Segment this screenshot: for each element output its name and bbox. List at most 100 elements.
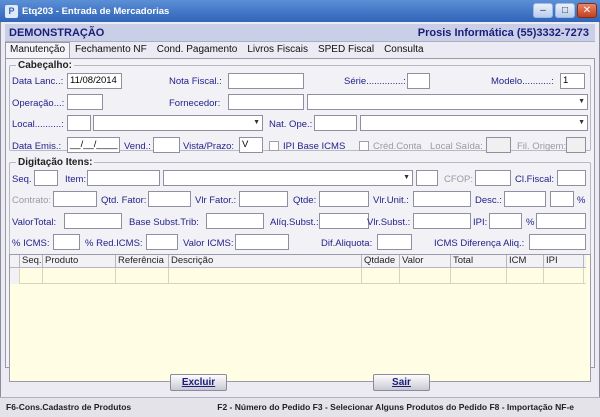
dif-aliquota-field[interactable]: [377, 234, 412, 250]
col-icm[interactable]: ICM: [507, 255, 544, 268]
table-row[interactable]: [10, 268, 586, 284]
row-indicator: [10, 268, 20, 284]
data-emis-field[interactable]: __/__/____: [67, 137, 120, 153]
cell-ipi[interactable]: [544, 268, 584, 284]
qtd-fator-label: Qtd. Fator:: [101, 195, 147, 206]
desc-value-field[interactable]: [504, 191, 546, 207]
tab-fechamento-nf[interactable]: Fechamento NF: [70, 42, 152, 57]
tab-bar: Manutenção Fechamento NF Cond. Pagamento…: [5, 42, 429, 58]
chevron-down-icon[interactable]: ▼: [403, 174, 410, 181]
valor-total-label: ValorTotal:: [12, 217, 57, 228]
contrato-field[interactable]: [53, 191, 97, 207]
desc-pct-symbol: %: [577, 195, 586, 206]
data-lanc-label: Data Lanc..:: [12, 76, 64, 87]
icms-dif-aliq-label: ICMS Diferença Aliq.:: [434, 238, 525, 249]
item-extra-field[interactable]: [416, 170, 438, 186]
col-produto[interactable]: Produto: [43, 255, 116, 268]
cell-seq[interactable]: [20, 268, 43, 284]
fil-origem-field[interactable]: [566, 137, 586, 153]
nat-ope-label: Nat. Ope.:: [269, 119, 313, 130]
cred-conta-checkbox[interactable]: [359, 141, 369, 151]
chevron-down-icon[interactable]: ▼: [578, 119, 585, 126]
vlr-subst-field[interactable]: [413, 213, 471, 229]
vlr-fator-field[interactable]: [239, 191, 288, 207]
vlr-unit-field[interactable]: [413, 191, 471, 207]
local-saida-field[interactable]: [486, 137, 511, 153]
vend-label: Vend.:: [124, 141, 151, 152]
vista-prazo-field[interactable]: V: [239, 137, 263, 153]
minimize-button[interactable]: –: [533, 3, 553, 18]
items-grid[interactable]: Seq. Produto Referência Descrição Qtdade…: [9, 254, 591, 382]
cell-icm[interactable]: [507, 268, 544, 284]
window-titlebar: P Etq203 - Entrada de Mercadorias – □ ✕: [0, 0, 600, 22]
dif-aliquota-label: Dif.Aliquota:: [321, 238, 373, 249]
cell-descricao[interactable]: [169, 268, 362, 284]
vlr-unit-label: Vlr.Unit.:: [373, 195, 409, 206]
valor-icms-label: Valor ICMS:: [183, 238, 234, 249]
maximize-button[interactable]: □: [555, 3, 575, 18]
tab-manutencao[interactable]: Manutenção: [5, 42, 71, 58]
operacao-field[interactable]: [67, 94, 103, 110]
item-label: Item:: [65, 174, 87, 185]
vend-field[interactable]: [153, 137, 180, 153]
tab-sped-fiscal[interactable]: SPED Fiscal: [313, 42, 379, 57]
excluir-button[interactable]: Excluir: [170, 374, 227, 391]
qtde-field[interactable]: [319, 191, 369, 207]
chevron-down-icon[interactable]: ▼: [253, 119, 260, 126]
aliq-subst-field[interactable]: [319, 213, 369, 229]
desc-pct-field[interactable]: [550, 191, 574, 207]
nota-fiscal-label: Nota Fiscal.:: [169, 76, 222, 87]
local-select[interactable]: ▼: [93, 115, 263, 131]
col-total[interactable]: Total: [451, 255, 507, 268]
data-lanc-field[interactable]: 11/08/2014: [67, 73, 122, 89]
icms-dif-aliq-field[interactable]: [529, 234, 586, 250]
col-qtdade[interactable]: Qtdade: [362, 255, 400, 268]
ipi-value-field[interactable]: [489, 213, 522, 229]
cl-fiscal-field[interactable]: [557, 170, 586, 186]
local-code-field[interactable]: [67, 115, 91, 131]
modelo-field[interactable]: 1: [560, 73, 585, 89]
vlr-subst-label: Vlr.Subst.:: [367, 217, 411, 228]
sair-button[interactable]: Sair: [373, 374, 430, 391]
status-right: F2 - Número do Pedido F3 - Selecionar Al…: [217, 402, 574, 412]
cell-referencia[interactable]: [116, 268, 169, 284]
valor-total-field[interactable]: [64, 213, 122, 229]
cell-qtdade[interactable]: [362, 268, 400, 284]
qtd-fator-field[interactable]: [148, 191, 191, 207]
cell-valor[interactable]: [400, 268, 451, 284]
item-code-field[interactable]: [87, 170, 160, 186]
col-valor[interactable]: Valor: [400, 255, 451, 268]
cred-conta-label: Créd.Conta: [373, 141, 422, 152]
status-left: F6-Cons.Cadastro de Produtos: [6, 402, 132, 412]
seq-field[interactable]: [34, 170, 58, 186]
close-button[interactable]: ✕: [577, 3, 597, 18]
base-subst-field[interactable]: [206, 213, 264, 229]
pct-icms-field[interactable]: [53, 234, 80, 250]
col-seq[interactable]: Seq.: [20, 255, 43, 268]
cell-produto[interactable]: [43, 268, 116, 284]
nota-fiscal-field[interactable]: [228, 73, 304, 89]
nat-ope-code-field[interactable]: [314, 115, 357, 131]
serie-field[interactable]: [407, 73, 430, 89]
pct-red-icms-field[interactable]: [146, 234, 178, 250]
ipi-pct-symbol: %: [526, 217, 535, 228]
valor-icms-field[interactable]: [235, 234, 289, 250]
cabecalho-title: Cabeçalho:: [16, 60, 74, 71]
tab-consulta[interactable]: Consulta: [379, 42, 428, 57]
fornecedor-code-field[interactable]: [228, 94, 304, 110]
cell-total[interactable]: [451, 268, 507, 284]
col-referencia[interactable]: Referência: [116, 255, 169, 268]
nat-ope-select[interactable]: ▼: [360, 115, 588, 131]
tab-cond-pagamento[interactable]: Cond. Pagamento: [152, 42, 243, 57]
pct-icms-label: % ICMS:: [12, 238, 50, 249]
item-select[interactable]: ▼: [163, 170, 413, 186]
tab-livros-fiscais[interactable]: Livros Fiscais: [242, 42, 313, 57]
ipi-base-icms-checkbox[interactable]: [269, 141, 279, 151]
cfop-field[interactable]: [475, 170, 511, 186]
chevron-down-icon[interactable]: ▼: [578, 98, 585, 105]
col-ipi[interactable]: IPI: [544, 255, 584, 268]
col-descricao[interactable]: Descrição: [169, 255, 362, 268]
ipi-pct-field[interactable]: [536, 213, 586, 229]
fornecedor-select[interactable]: ▼: [307, 94, 588, 110]
cfop-label: CFOP:: [444, 174, 474, 185]
